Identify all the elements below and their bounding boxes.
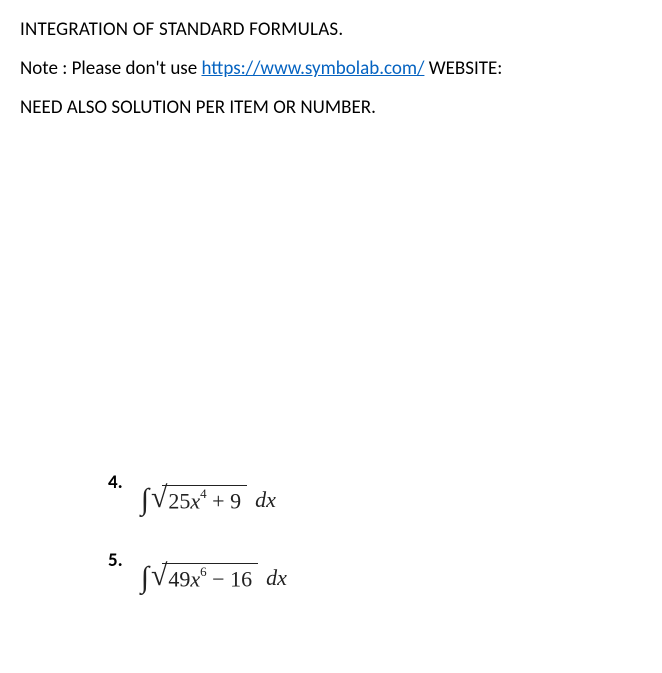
integral-expression: ∫ √ 49x6 − 16 dx xyxy=(141,547,287,595)
integral-sign-icon: ∫ xyxy=(141,483,149,517)
differential: dx xyxy=(255,487,276,513)
sqrt-body: 25x4 + 9 xyxy=(162,485,247,514)
differential: dx xyxy=(266,565,287,591)
problem-item: 4. ∫ √ 25x4 + 9 dx xyxy=(108,469,642,517)
problem-number: 5. xyxy=(108,547,123,572)
integral-expression: ∫ √ 25x4 + 9 dx xyxy=(141,469,276,517)
note-prefix: Note : Please don't use xyxy=(20,57,201,80)
variable: x xyxy=(190,489,200,514)
symbolab-link[interactable]: https://www.symbolab.com/ xyxy=(201,57,424,80)
sqrt-expression: √ 25x4 + 9 xyxy=(151,485,247,515)
sqrt-icon: √ xyxy=(151,561,167,591)
constant: 16 xyxy=(230,567,252,592)
coefficient: 49 xyxy=(168,567,190,592)
coefficient: 25 xyxy=(168,489,190,514)
problem-item: 5. ∫ √ 49x6 − 16 dx xyxy=(108,547,642,595)
operator: − xyxy=(212,567,224,592)
problem-number: 4. xyxy=(108,469,123,494)
variable: x xyxy=(190,567,200,592)
need-line: NEED ALSO SOLUTION PER ITEM OR NUMBER. xyxy=(20,96,642,119)
constant: 9 xyxy=(230,489,241,514)
exponent: 4 xyxy=(200,486,207,501)
note-line: Note : Please don't use https://www.symb… xyxy=(20,57,642,80)
sqrt-expression: √ 49x6 − 16 xyxy=(151,563,258,593)
note-suffix: WEBSITE: xyxy=(424,57,502,80)
operator: + xyxy=(212,489,224,514)
sqrt-icon: √ xyxy=(151,483,167,513)
page-heading: INTEGRATION OF STANDARD FORMULAS. xyxy=(20,18,642,41)
problems-list: 4. ∫ √ 25x4 + 9 dx 5. ∫ √ 49x6 − xyxy=(108,469,642,595)
integral-sign-icon: ∫ xyxy=(141,561,149,595)
exponent: 6 xyxy=(200,564,207,579)
sqrt-body: 49x6 − 16 xyxy=(162,563,258,592)
